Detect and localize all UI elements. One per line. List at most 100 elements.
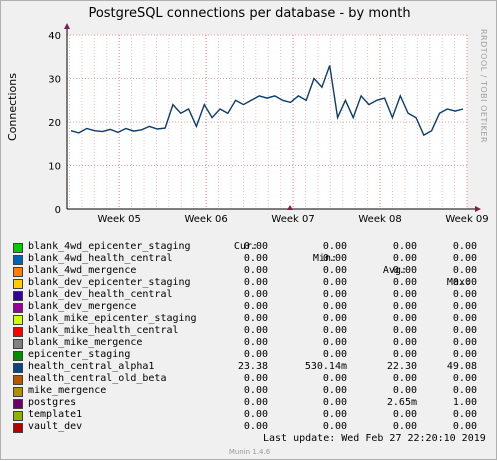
legend-avg-value: 0.00 — [392, 253, 417, 264]
legend-min-value: 0.00 — [322, 409, 347, 420]
legend-avg-value: 0.00 — [392, 265, 417, 276]
legend-min-value: 0.00 — [322, 337, 347, 348]
legend-series-name: mike_mergence — [28, 385, 107, 396]
legend-avg-value: 0.00 — [392, 373, 417, 384]
legend-color-swatch — [13, 423, 23, 433]
legend-avg-value: 0.00 — [392, 325, 417, 336]
legend-max-value: 0.00 — [452, 337, 477, 348]
legend-avg-value: 0.00 — [392, 301, 417, 312]
legend-min-value: 0.00 — [322, 325, 347, 336]
legend-min-value: 0.00 — [322, 421, 347, 432]
legend-max-value: 0.00 — [452, 373, 477, 384]
legend-min-value: 0.00 — [322, 349, 347, 360]
munin-version: Munin 1.4.6 — [228, 448, 271, 456]
legend-avg-value: 2.65m — [386, 397, 417, 408]
legend-color-swatch — [13, 315, 23, 325]
legend-min-value: 0.00 — [322, 301, 347, 312]
legend-max-value: 0.00 — [452, 349, 477, 360]
legend-color-swatch — [13, 339, 23, 349]
legend-min-value: 0.00 — [322, 265, 347, 276]
legend-max-value: 0.00 — [452, 421, 477, 432]
legend-series-name: health_central_alpha1 — [28, 361, 155, 372]
legend-avg-value: 0.00 — [392, 409, 417, 420]
legend-color-swatch — [13, 279, 23, 289]
legend-color-swatch — [13, 267, 23, 277]
legend-min-value: 530.14m — [304, 361, 347, 372]
legend-avg-value: 0.00 — [392, 289, 417, 300]
munin-graph-frame: PostgreSQL connections per database - by… — [0, 0, 497, 460]
legend-max-value: 0.00 — [452, 385, 477, 396]
legend-max-value: 1.00 — [452, 397, 477, 408]
legend-color-swatch — [13, 399, 23, 409]
legend-cur-value: 0.00 — [243, 277, 268, 288]
legend-min-value: 0.00 — [322, 397, 347, 408]
legend-max-value: 0.00 — [452, 289, 477, 300]
legend-series-name: blank_mike_epicenter_staging — [28, 313, 197, 324]
last-update: Last update: Wed Feb 27 22:20:10 2019 — [263, 433, 486, 444]
legend-color-swatch — [13, 291, 23, 301]
legend-color-swatch — [13, 387, 23, 397]
legend-min-value: 0.00 — [322, 385, 347, 396]
legend-color-swatch — [13, 303, 23, 313]
legend-avg-value: 0.00 — [392, 385, 417, 396]
legend-max-value: 0.00 — [452, 277, 477, 288]
legend-color-swatch — [13, 255, 23, 265]
legend-avg-value: 22.30 — [386, 361, 417, 372]
legend-cur-value: 0.00 — [243, 349, 268, 360]
legend-cur-value: 0.00 — [243, 397, 268, 408]
legend-max-value: 0.00 — [452, 325, 477, 336]
legend-min-value: 0.00 — [322, 241, 347, 252]
legend-cur-value: 0.00 — [243, 337, 268, 348]
legend-cur-value: 0.00 — [243, 301, 268, 312]
legend-cur-value: 0.00 — [243, 241, 268, 252]
legend-series-name: health_central_old_beta — [28, 373, 167, 384]
legend-cur-value: 0.00 — [243, 373, 268, 384]
legend-max-value: 0.00 — [452, 409, 477, 420]
legend-cur-value: 0.00 — [243, 289, 268, 300]
legend-cur-value: 0.00 — [243, 265, 268, 276]
legend: Cur: Min: Avg: Max: blank_4wd_epicenter_… — [1, 1, 497, 461]
legend-series-name: blank_4wd_health_central — [28, 253, 173, 264]
legend-series-name: blank_mike_health_central — [28, 325, 179, 336]
legend-min-value: 0.00 — [322, 253, 347, 264]
legend-cur-value: 0.00 — [243, 385, 268, 396]
legend-series-name: blank_mike_mergence — [28, 337, 143, 348]
legend-avg-value: 0.00 — [392, 277, 417, 288]
legend-cur-value: 0.00 — [243, 313, 268, 324]
legend-color-swatch — [13, 375, 23, 385]
legend-series-name: vault_dev — [28, 421, 83, 432]
legend-series-name: blank_dev_health_central — [28, 289, 173, 300]
legend-series-name: blank_dev_epicenter_staging — [28, 277, 191, 288]
legend-min-value: 0.00 — [322, 373, 347, 384]
legend-cur-value: 0.00 — [243, 253, 268, 264]
legend-cur-value: 0.00 — [243, 325, 268, 336]
legend-series-name: postgres — [28, 397, 77, 408]
legend-min-value: 0.00 — [322, 313, 347, 324]
legend-avg-value: 0.00 — [392, 241, 417, 252]
legend-cur-value: 0.00 — [243, 421, 268, 432]
legend-color-swatch — [13, 327, 23, 337]
legend-series-name: epicenter_staging — [28, 349, 131, 360]
legend-avg-value: 0.00 — [392, 421, 417, 432]
legend-color-swatch — [13, 351, 23, 361]
legend-cur-value: 23.38 — [237, 361, 268, 372]
legend-series-name: blank_4wd_mergence — [28, 265, 137, 276]
legend-max-value: 0.00 — [452, 301, 477, 312]
legend-series-name: blank_4wd_epicenter_staging — [28, 241, 191, 252]
legend-max-value: 0.00 — [452, 241, 477, 252]
legend-min-value: 0.00 — [322, 289, 347, 300]
legend-avg-value: 0.00 — [392, 349, 417, 360]
legend-color-swatch — [13, 243, 23, 253]
legend-cur-value: 0.00 — [243, 409, 268, 420]
legend-max-value: 0.00 — [452, 265, 477, 276]
legend-series-name: blank_dev_mergence — [28, 301, 137, 312]
legend-min-value: 0.00 — [322, 277, 347, 288]
legend-avg-value: 0.00 — [392, 337, 417, 348]
legend-color-swatch — [13, 411, 23, 421]
legend-series-name: template1 — [28, 409, 83, 420]
legend-max-value: 49.08 — [446, 361, 477, 372]
legend-max-value: 0.00 — [452, 313, 477, 324]
legend-max-value: 0.00 — [452, 253, 477, 264]
legend-color-swatch — [13, 363, 23, 373]
legend-avg-value: 0.00 — [392, 313, 417, 324]
